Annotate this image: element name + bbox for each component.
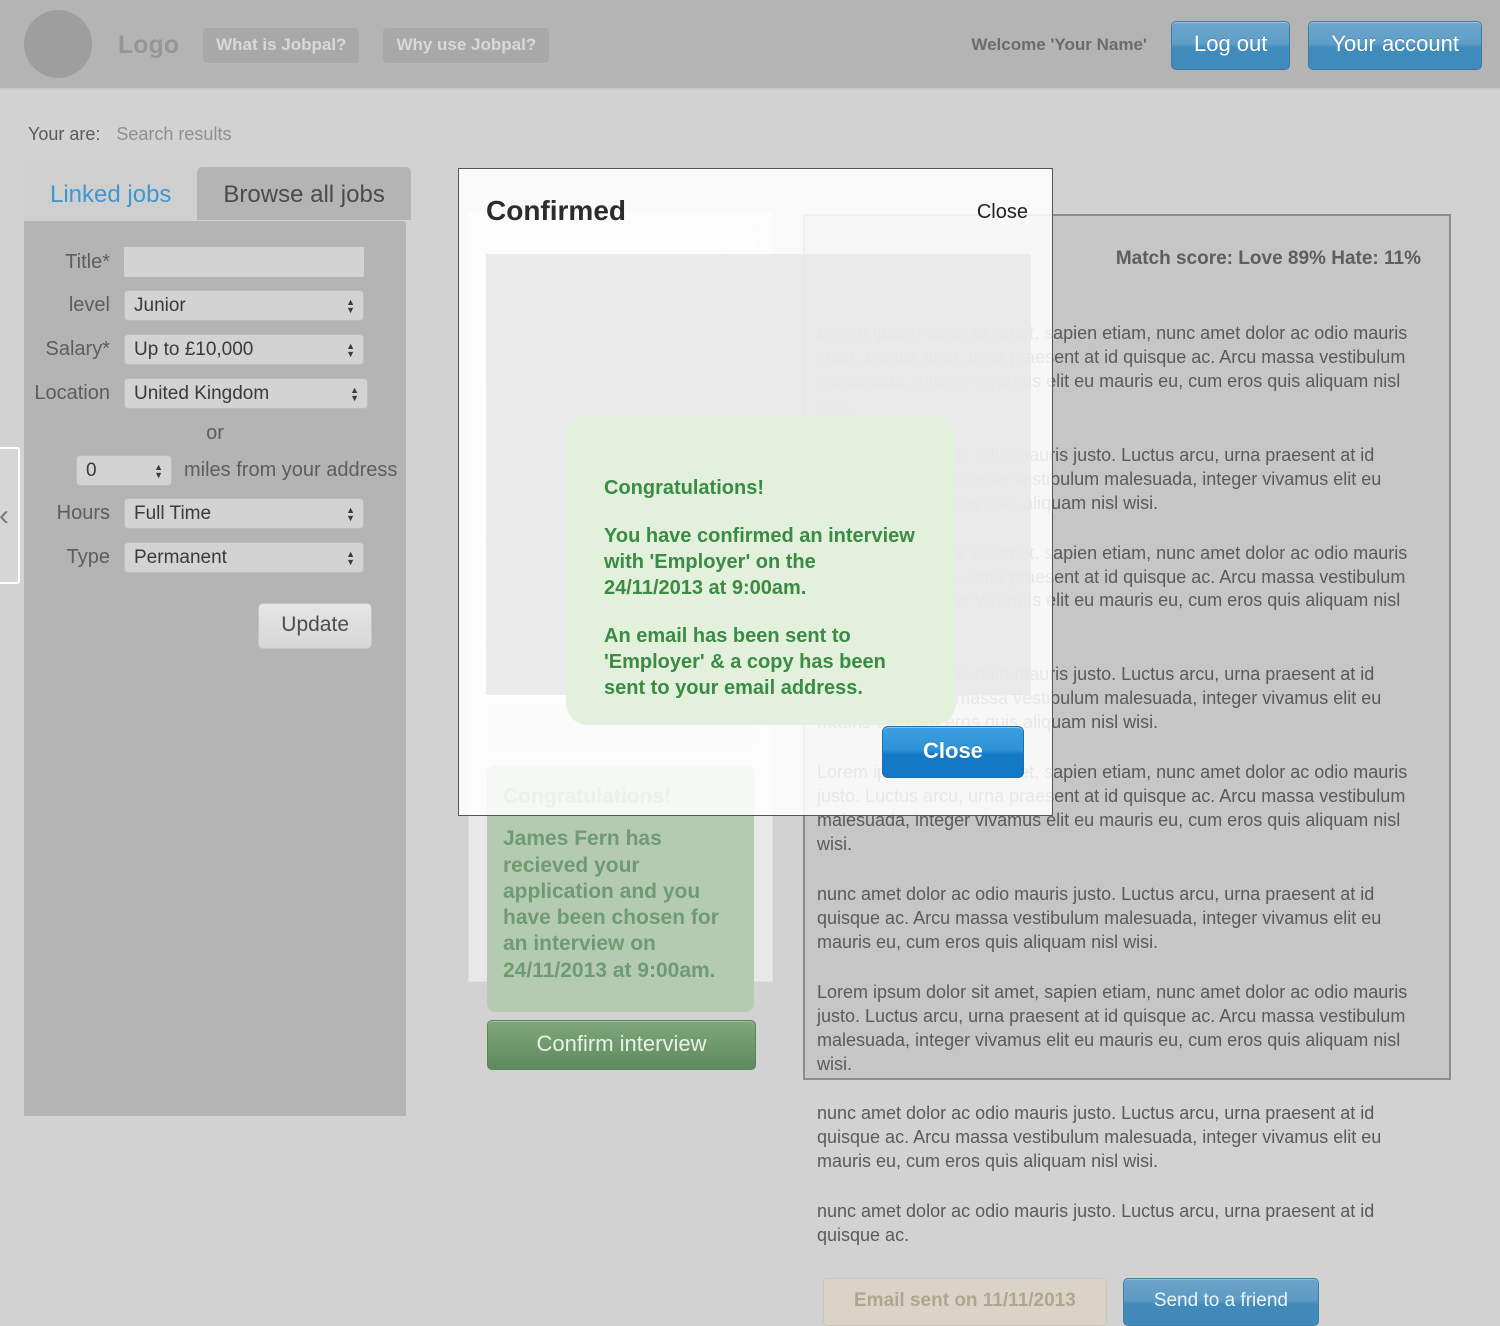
hours-select[interactable]: Full Time: [124, 498, 364, 529]
field-row-location: Location United Kingdom ▲ ▼: [24, 378, 406, 409]
hours-select-wrap: Full Time ▲ ▼: [124, 498, 364, 529]
breadcrumb-label: Your are:: [28, 124, 101, 144]
type-select[interactable]: Permanent: [124, 542, 364, 573]
collapse-panel-handle[interactable]: ‹: [0, 447, 20, 584]
interview-notice-body: James Fern has recieved your application…: [503, 827, 719, 982]
welcome-message: Welcome 'Your Name': [971, 35, 1147, 54]
logo-icon: [24, 10, 92, 78]
tab-browse-all-jobs[interactable]: Browse all jobs: [197, 167, 411, 220]
log-out-button[interactable]: Log out: [1170, 20, 1291, 70]
chevron-left-icon: ‹: [0, 498, 9, 532]
salary-label: Salary*: [45, 338, 110, 360]
update-button[interactable]: Update: [258, 603, 372, 649]
breadcrumb-current: Search results: [116, 124, 232, 144]
salary-select[interactable]: Up to £10,000: [124, 334, 364, 365]
confirmation-message-box: Congratulations! You have confirmed an i…: [566, 415, 956, 725]
location-label: Location: [34, 382, 110, 404]
detail-paragraph: nunc amet dolor ac odio mauris justo. Lu…: [817, 1201, 1375, 1246]
modal-title: Confirmed: [486, 195, 626, 226]
detail-paragraph: nunc amet dolor ac odio mauris justo. Lu…: [817, 1103, 1382, 1172]
location-select-wrap: United Kingdom ▲ ▼: [124, 378, 368, 409]
title-input[interactable]: [124, 247, 364, 277]
nav-why-use-jobpal[interactable]: Why use Jobpal?: [383, 27, 550, 63]
miles-select[interactable]: 0: [76, 455, 172, 486]
branding-group: Logo What is Jobpal? Why use Jobpal?: [22, 0, 550, 90]
detail-action-bar: Email sent on 11/11/2013 Send to a frien…: [817, 1278, 1427, 1326]
confirmation-email-line: An email has been sent to 'Employer' & a…: [604, 625, 886, 699]
confirm-interview-button[interactable]: Confirm interview: [487, 1019, 756, 1070]
your-account-button[interactable]: Your account: [1308, 20, 1482, 70]
field-row-level: level Junior ▲ ▼: [24, 290, 406, 321]
detail-paragraph: Lorem ipsum dolor sit amet, sapien etiam…: [817, 981, 1408, 1074]
tab-linked-jobs[interactable]: Linked jobs: [24, 167, 198, 220]
confirmed-modal: Confirmed Close Congratulations! You hav…: [458, 168, 1053, 816]
type-label: Type: [66, 546, 110, 568]
send-to-a-friend-button[interactable]: Send to a friend: [1122, 1278, 1319, 1326]
top-navigation-bar: Logo What is Jobpal? Why use Jobpal? Wel…: [0, 0, 1500, 90]
search-filters-panel: Title* level Junior ▲ ▼ Salary* Up to £10…: [24, 221, 406, 1116]
confirmation-heading: Congratulations!: [604, 477, 764, 499]
account-group: Welcome 'Your Name' Log out Your account: [971, 0, 1482, 90]
or-separator-label: or: [206, 422, 224, 444]
nav-what-is-jobpal[interactable]: What is Jobpal?: [203, 27, 360, 63]
field-row-hours: Hours Full Time ▲ ▼: [24, 498, 406, 529]
update-row: Update: [24, 603, 406, 649]
salary-select-wrap: Up to £10,000 ▲ ▼: [124, 334, 364, 365]
field-row-salary: Salary* Up to £10,000 ▲ ▼: [24, 334, 406, 365]
miles-label: miles from your address: [184, 459, 398, 481]
modal-header: Confirmed Close: [459, 169, 1052, 243]
breadcrumb: Your are: Search results: [28, 124, 231, 145]
confirmation-detail-line: You have confirmed an interview with 'Em…: [604, 525, 915, 599]
field-row-title: Title*: [24, 247, 406, 277]
logo-label: Logo: [118, 30, 180, 59]
modal-close-button[interactable]: Close: [882, 726, 1024, 778]
type-select-wrap: Permanent ▲ ▼: [124, 542, 364, 573]
search-form: Title* level Junior ▲ ▼ Salary* Up to £10…: [24, 221, 406, 649]
email-sent-status-badge: Email sent on 11/11/2013: [823, 1278, 1107, 1326]
level-label: level: [68, 294, 110, 316]
detail-paragraph: nunc amet dolor ac odio mauris justo. Lu…: [817, 883, 1382, 952]
modal-close-link[interactable]: Close: [977, 201, 1028, 224]
level-select[interactable]: Junior: [124, 290, 364, 321]
field-row-miles: 0 ▲ ▼ miles from your address: [24, 455, 406, 486]
app-root: Logo What is Jobpal? Why use Jobpal? Wel…: [0, 0, 1500, 1326]
field-row-type: Type Permanent ▲ ▼: [24, 542, 406, 573]
tab-bar: Linked jobs Browse all jobs: [24, 167, 411, 220]
miles-select-wrap: 0 ▲ ▼: [76, 455, 172, 486]
location-select[interactable]: United Kingdom: [124, 378, 368, 409]
title-label: Title*: [65, 250, 110, 273]
hours-label: Hours: [56, 502, 110, 524]
level-select-wrap: Junior ▲ ▼: [124, 290, 364, 321]
